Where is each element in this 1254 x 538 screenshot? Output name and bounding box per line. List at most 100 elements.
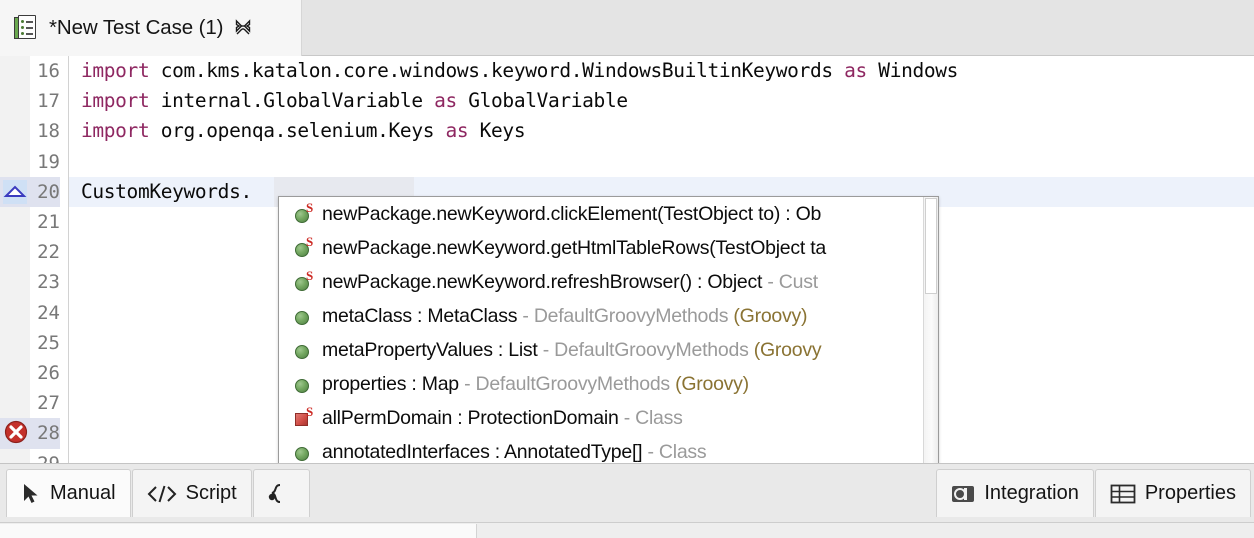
autocomplete-item-signature: allPermDomain : ProtectionDomain (322, 407, 619, 429)
green-ball-icon (293, 373, 315, 395)
static-badge: S (306, 269, 313, 282)
autocomplete-item-label: metaPropertyValues : List - DefaultGroov… (322, 339, 821, 362)
code-text: CustomKeywords. (81, 180, 252, 203)
code-keyword: import (81, 59, 149, 82)
green-ball-static-icon: S (293, 203, 315, 225)
autocomplete-item[interactable]: SnewPackage.newKeyword.clickElement(Test… (279, 197, 938, 231)
code-text: Windows (867, 59, 958, 82)
autocomplete-item-language-tag: (Groovy (749, 339, 822, 361)
static-badge: S (306, 405, 313, 418)
table-grid-icon (1110, 483, 1136, 505)
autocomplete-item-label: properties : Map - DefaultGroovyMethods … (322, 373, 749, 396)
status-strip (0, 522, 1254, 538)
bottom-tabs-left: Manual Script (6, 469, 311, 517)
autocomplete-item-signature: metaClass : MetaClass (322, 305, 517, 327)
autocomplete-item-label: newPackage.newKeyword.refreshBrowser() :… (322, 271, 818, 294)
code-text: com.kms.katalon.core.windows.keyword.Win… (149, 59, 844, 82)
code-keyword: as (434, 89, 457, 112)
code-text: org.openqa.selenium.Keys (149, 119, 445, 142)
code-line: CustomKeywords. (81, 177, 252, 207)
autocomplete-item-source: - DefaultGroovyMethods (459, 373, 670, 395)
static-badge: S (306, 235, 313, 248)
autocomplete-item-source: - Class (619, 407, 683, 429)
editor-tab-new-test-case[interactable]: *New Test Case (1) (0, 0, 302, 56)
line-number: 27 (0, 388, 60, 418)
green-ball-static-icon: S (293, 237, 315, 259)
autocomplete-item[interactable]: SnewPackage.newKeyword.refreshBrowser() … (279, 265, 938, 299)
red-square-static-icon: S (293, 407, 315, 429)
bottom-tab-script[interactable]: Script (132, 469, 252, 517)
code-text: GlobalVariable (457, 89, 628, 112)
autocomplete-item-source: - Cust (762, 271, 818, 293)
autocomplete-item-label: allPermDomain : ProtectionDomain - Class (322, 407, 683, 430)
autocomplete-item[interactable]: properties : Map - DefaultGroovyMethods … (279, 367, 938, 401)
test-case-icon (14, 15, 38, 41)
autocomplete-item-label: newPackage.newKeyword.getHtmlTableRows(T… (322, 237, 826, 260)
editor-tab-title: *New Test Case (1) (49, 16, 223, 40)
green-ball-icon (293, 441, 315, 463)
fold-triangle-icon[interactable] (3, 180, 27, 204)
bottom-tab-integration[interactable]: Integration (936, 469, 1094, 517)
autocomplete-item[interactable]: SnewPackage.newKeyword.getHtmlTableRows(… (279, 231, 938, 265)
code-keyword: as (844, 59, 867, 82)
autocomplete-item[interactable]: metaPropertyValues : List - DefaultGroov… (279, 333, 938, 367)
code-line: import org.openqa.selenium.Keys as Keys (81, 116, 525, 146)
code-line: import com.kms.katalon.core.windows.keyw… (81, 56, 958, 86)
bottom-tab-properties[interactable]: Properties (1095, 469, 1251, 517)
bottom-tab-variables[interactable] (253, 469, 310, 517)
autocomplete-item-signature: annotatedInterfaces : AnnotatedType[] (322, 441, 642, 463)
variables-icon (268, 483, 286, 505)
autocomplete-item-source: - DefaultGroovyMethods (538, 339, 749, 361)
line-number: 19 (0, 147, 60, 177)
green-ball-icon (293, 305, 315, 327)
error-marker-icon[interactable] (4, 420, 28, 444)
editor-tab-bar: *New Test Case (1) (0, 0, 1254, 56)
code-keyword: import (81, 89, 149, 112)
cursor-arrow-icon (21, 483, 41, 505)
autocomplete-item-signature: newPackage.newKeyword.getHtmlTableRows(T… (322, 237, 826, 259)
autocomplete-item-label: metaClass : MetaClass - DefaultGroovyMet… (322, 305, 807, 328)
line-number: 26 (0, 358, 60, 388)
scrollbar-thumb[interactable] (925, 198, 937, 294)
bottom-tab-label: Script (186, 482, 237, 505)
bottom-tab-label: Properties (1145, 482, 1236, 505)
line-number: 16 (0, 56, 60, 86)
code-keyword: import (81, 119, 149, 142)
autocomplete-item-source: - DefaultGroovyMethods (517, 305, 728, 327)
autocomplete-item-label: annotatedInterfaces : AnnotatedType[] - … (322, 441, 706, 464)
bottom-tab-bar: Manual Script Integration Properties (0, 463, 1254, 538)
code-text: Keys (468, 119, 525, 142)
line-number: 24 (0, 298, 60, 328)
line-number: 29 (0, 449, 60, 463)
editor-gutter[interactable]: 1617181920212223242526272829 (0, 56, 69, 463)
autocomplete-item-source: - Class (642, 441, 706, 463)
autocomplete-item[interactable]: metaClass : MetaClass - DefaultGroovyMet… (279, 299, 938, 333)
autocomplete-item-signature: newPackage.newKeyword.refreshBrowser() :… (322, 271, 762, 293)
bottom-tab-label: Integration (984, 482, 1079, 505)
integration-icon (951, 483, 975, 505)
autocomplete-item-label: newPackage.newKeyword.clickElement(TestO… (322, 203, 821, 226)
green-ball-static-icon: S (293, 271, 315, 293)
autocomplete-item-signature: metaPropertyValues : List (322, 339, 538, 361)
bottom-tab-label: Manual (50, 482, 116, 505)
autocomplete-item-language-tag: (Groovy) (728, 305, 807, 327)
code-keyword: as (445, 119, 468, 142)
autocomplete-item-language-tag: (Groovy) (670, 373, 749, 395)
autocomplete-item-signature: properties : Map (322, 373, 459, 395)
bottom-tab-manual[interactable]: Manual (6, 469, 131, 517)
autocomplete-item-signature: newPackage.newKeyword.clickElement(TestO… (322, 203, 821, 225)
line-number: 21 (0, 207, 60, 237)
bottom-tabs-right: Integration Properties (936, 469, 1252, 517)
line-number: 22 (0, 237, 60, 267)
line-number: 25 (0, 328, 60, 358)
code-brackets-icon (147, 484, 177, 504)
code-line: import internal.GlobalVariable as Global… (81, 86, 628, 116)
autocomplete-item[interactable]: SallPermDomain : ProtectionDomain - Clas… (279, 401, 938, 435)
code-text: internal.GlobalVariable (149, 89, 434, 112)
line-number: 17 (0, 86, 60, 116)
line-number: 23 (0, 267, 60, 297)
static-badge: S (306, 201, 313, 214)
line-number: 18 (0, 116, 60, 146)
close-icon[interactable] (233, 18, 253, 38)
green-ball-icon (293, 339, 315, 361)
